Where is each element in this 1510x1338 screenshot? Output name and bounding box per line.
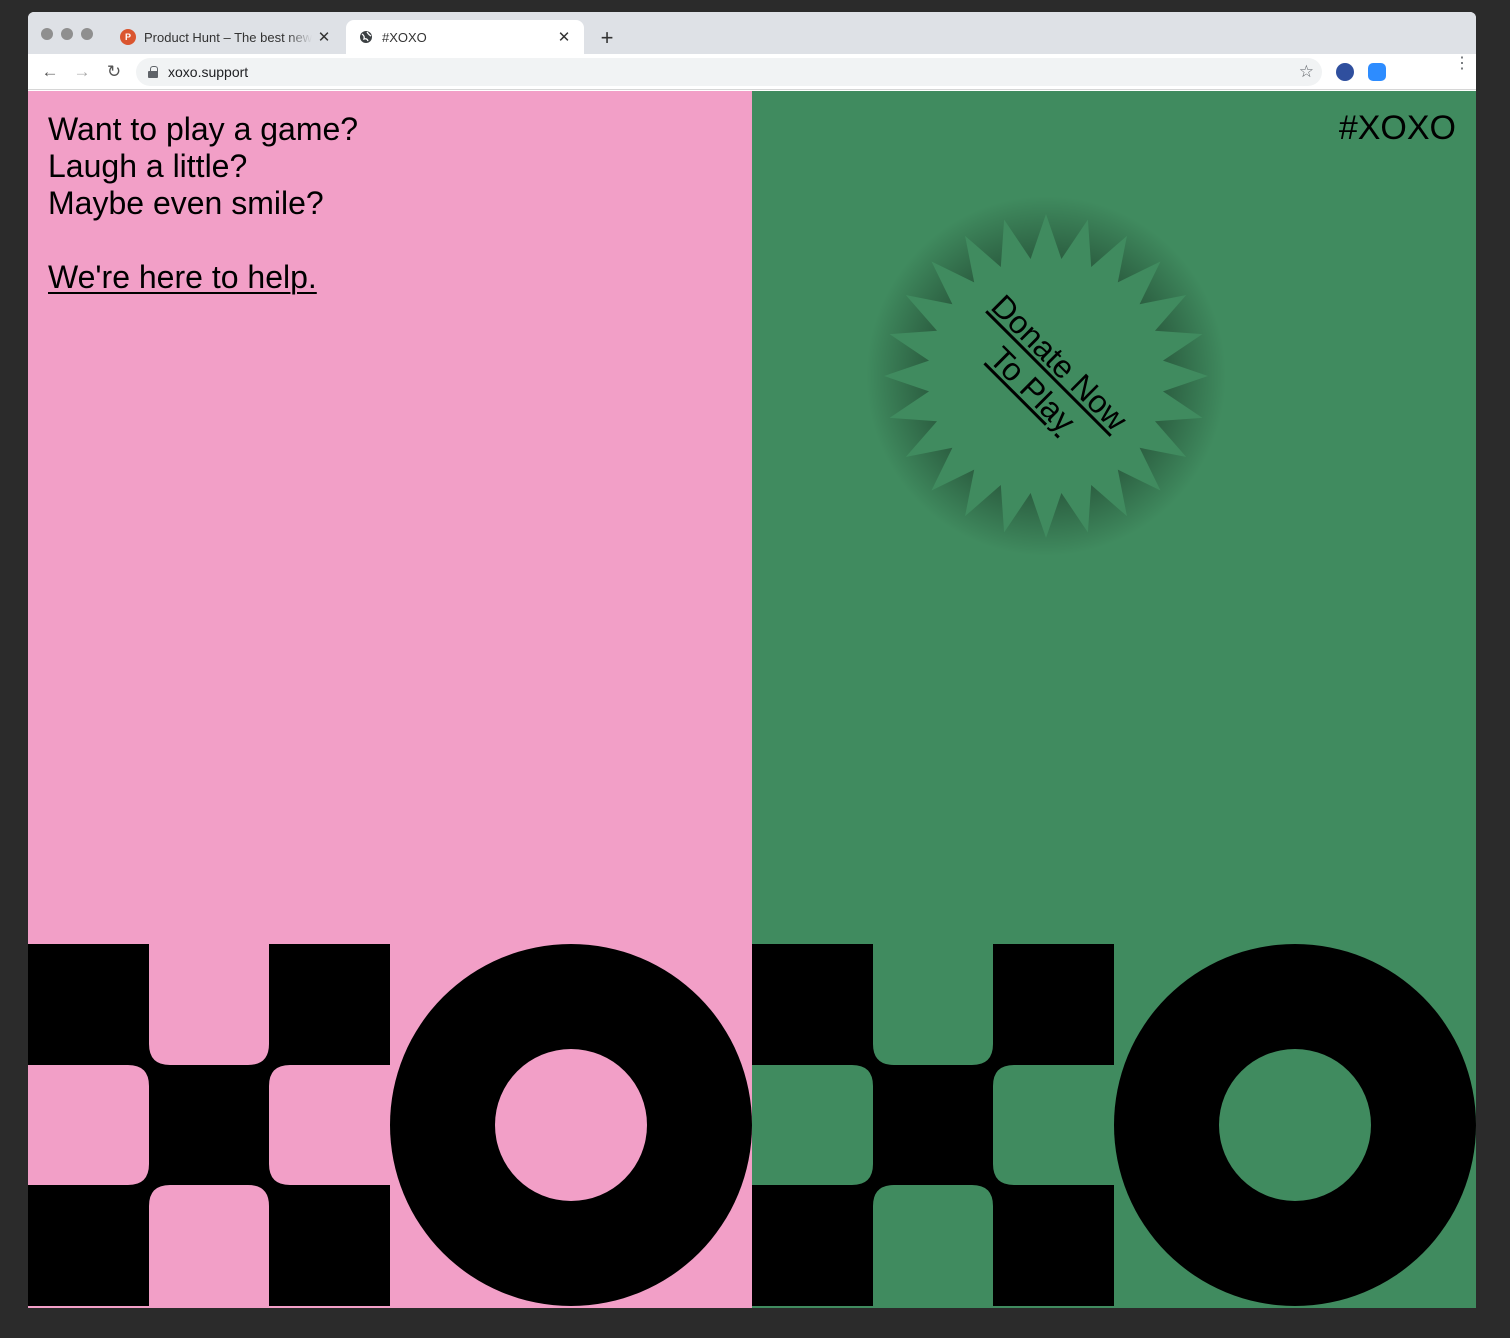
- tab-bar: P Product Hunt – The best new products i…: [28, 12, 1476, 54]
- bookmark-star-icon[interactable]: ☆: [1299, 62, 1314, 82]
- tab-xoxo[interactable]: #XOXO ✕: [346, 20, 584, 54]
- browser-window: P Product Hunt – The best new products i…: [28, 12, 1476, 1308]
- intro-line-3: Maybe even smile?: [48, 185, 324, 221]
- right-panel: #XOXO Donate Now To Play: [752, 91, 1476, 1308]
- lock-icon: [148, 66, 158, 78]
- x-o-graphic-right: [752, 944, 1476, 1306]
- close-window-button[interactable]: [41, 28, 53, 40]
- x-mark-icon: [28, 944, 390, 1306]
- globe-icon: [358, 29, 374, 45]
- reload-icon[interactable]: ↻: [102, 60, 126, 84]
- o-mark-icon: [1114, 944, 1476, 1306]
- page-content: Want to play a game? Laugh a little? May…: [28, 91, 1476, 1308]
- tab-title: #XOXO: [382, 29, 427, 45]
- left-panel: Want to play a game? Laugh a little? May…: [28, 91, 752, 1308]
- address-bar[interactable]: xoxo.support ☆: [136, 58, 1322, 86]
- zoom-extension-icon[interactable]: [1368, 63, 1386, 81]
- tab-title: Product Hunt – The best new products in …: [144, 29, 312, 45]
- x-o-graphic-left: [28, 944, 752, 1306]
- o-mark-icon: [390, 944, 752, 1306]
- minimize-window-button[interactable]: [61, 28, 73, 40]
- close-tab-icon[interactable]: ✕: [316, 29, 332, 46]
- brand-title: #XOXO: [1338, 109, 1456, 147]
- intro-text: Want to play a game? Laugh a little? May…: [48, 111, 358, 296]
- zoom-window-button[interactable]: [81, 28, 93, 40]
- tab-product-hunt[interactable]: P Product Hunt – The best new products i…: [108, 20, 344, 54]
- browser-toolbar: ← → ↻ xoxo.support ☆ ⋮: [28, 54, 1476, 90]
- rocket-extension-icon[interactable]: [1336, 63, 1354, 81]
- browser-menu-icon[interactable]: ⋮: [1454, 56, 1470, 72]
- new-tab-button[interactable]: +: [594, 25, 620, 51]
- intro-line-1: Want to play a game?: [48, 111, 359, 147]
- url-text: xoxo.support: [168, 64, 249, 80]
- product-hunt-favicon-icon: P: [120, 29, 136, 45]
- forward-arrow-icon[interactable]: →: [70, 60, 94, 84]
- x-mark-icon: [752, 944, 1114, 1306]
- help-link[interactable]: We're here to help.: [48, 259, 317, 296]
- back-arrow-icon[interactable]: ←: [38, 60, 62, 84]
- donate-starburst-button[interactable]: Donate Now To Play: [836, 166, 1256, 586]
- close-tab-icon[interactable]: ✕: [556, 29, 572, 46]
- intro-line-2: Laugh a little?: [48, 148, 248, 184]
